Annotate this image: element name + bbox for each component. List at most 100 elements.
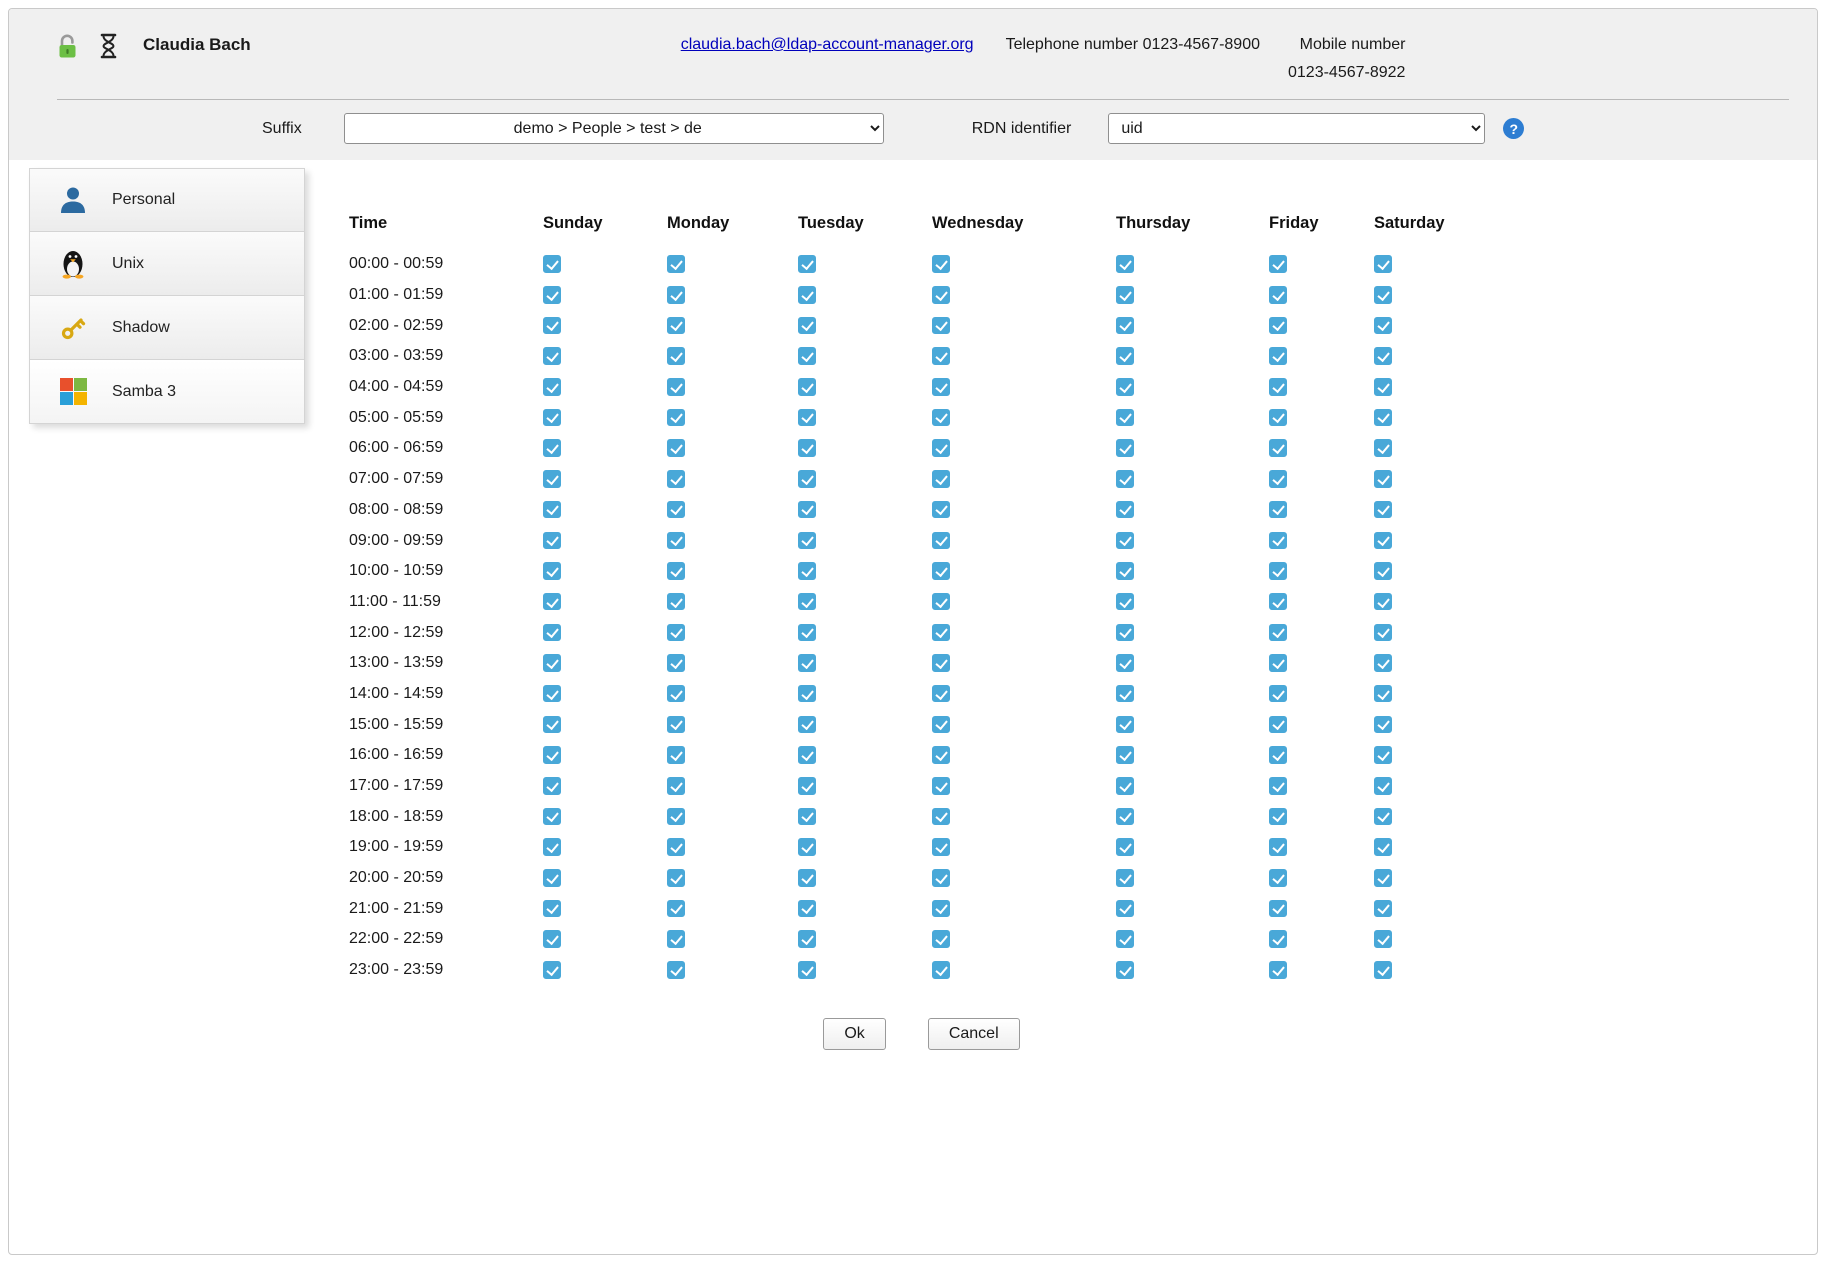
checkbox-saturday-01:00[interactable] [1374,286,1392,304]
checkbox-wednesday-17:00[interactable] [932,777,950,795]
checkbox-saturday-23:00[interactable] [1374,961,1392,979]
checkbox-thursday-12:00[interactable] [1116,624,1134,642]
checkbox-sunday-22:00[interactable] [543,930,561,948]
checkbox-tuesday-05:00[interactable] [798,409,816,427]
checkbox-saturday-04:00[interactable] [1374,378,1392,396]
checkbox-sunday-21:00[interactable] [543,900,561,918]
checkbox-tuesday-10:00[interactable] [798,562,816,580]
checkbox-wednesday-09:00[interactable] [932,532,950,550]
checkbox-sunday-20:00[interactable] [543,869,561,887]
checkbox-tuesday-04:00[interactable] [798,378,816,396]
checkbox-monday-17:00[interactable] [667,777,685,795]
checkbox-friday-19:00[interactable] [1269,838,1287,856]
checkbox-friday-12:00[interactable] [1269,624,1287,642]
checkbox-thursday-18:00[interactable] [1116,808,1134,826]
checkbox-saturday-14:00[interactable] [1374,685,1392,703]
checkbox-sunday-06:00[interactable] [543,439,561,457]
checkbox-thursday-05:00[interactable] [1116,409,1134,427]
checkbox-monday-11:00[interactable] [667,593,685,611]
checkbox-thursday-04:00[interactable] [1116,378,1134,396]
checkbox-saturday-10:00[interactable] [1374,562,1392,580]
checkbox-friday-06:00[interactable] [1269,439,1287,457]
checkbox-tuesday-12:00[interactable] [798,624,816,642]
checkbox-tuesday-17:00[interactable] [798,777,816,795]
sidebar-item-personal[interactable]: Personal [29,168,305,232]
checkbox-sunday-10:00[interactable] [543,562,561,580]
checkbox-tuesday-01:00[interactable] [798,286,816,304]
checkbox-monday-22:00[interactable] [667,930,685,948]
checkbox-saturday-06:00[interactable] [1374,439,1392,457]
checkbox-thursday-11:00[interactable] [1116,593,1134,611]
checkbox-wednesday-06:00[interactable] [932,439,950,457]
checkbox-tuesday-00:00[interactable] [798,255,816,273]
checkbox-saturday-02:00[interactable] [1374,317,1392,335]
checkbox-thursday-20:00[interactable] [1116,869,1134,887]
checkbox-wednesday-01:00[interactable] [932,286,950,304]
checkbox-sunday-09:00[interactable] [543,532,561,550]
checkbox-saturday-11:00[interactable] [1374,593,1392,611]
checkbox-saturday-13:00[interactable] [1374,654,1392,672]
checkbox-thursday-15:00[interactable] [1116,716,1134,734]
checkbox-sunday-02:00[interactable] [543,317,561,335]
checkbox-monday-14:00[interactable] [667,685,685,703]
checkbox-thursday-10:00[interactable] [1116,562,1134,580]
checkbox-monday-23:00[interactable] [667,961,685,979]
checkbox-monday-07:00[interactable] [667,470,685,488]
checkbox-friday-11:00[interactable] [1269,593,1287,611]
checkbox-saturday-18:00[interactable] [1374,808,1392,826]
checkbox-saturday-20:00[interactable] [1374,869,1392,887]
checkbox-sunday-03:00[interactable] [543,347,561,365]
checkbox-monday-04:00[interactable] [667,378,685,396]
help-icon[interactable]: ? [1503,118,1524,139]
checkbox-saturday-21:00[interactable] [1374,900,1392,918]
checkbox-friday-07:00[interactable] [1269,470,1287,488]
checkbox-monday-13:00[interactable] [667,654,685,672]
checkbox-saturday-12:00[interactable] [1374,624,1392,642]
checkbox-wednesday-18:00[interactable] [932,808,950,826]
checkbox-sunday-17:00[interactable] [543,777,561,795]
checkbox-sunday-05:00[interactable] [543,409,561,427]
checkbox-thursday-08:00[interactable] [1116,501,1134,519]
checkbox-sunday-15:00[interactable] [543,716,561,734]
checkbox-saturday-08:00[interactable] [1374,501,1392,519]
checkbox-sunday-00:00[interactable] [543,255,561,273]
checkbox-monday-00:00[interactable] [667,255,685,273]
checkbox-saturday-09:00[interactable] [1374,532,1392,550]
checkbox-tuesday-07:00[interactable] [798,470,816,488]
checkbox-tuesday-16:00[interactable] [798,746,816,764]
checkbox-saturday-03:00[interactable] [1374,347,1392,365]
checkbox-wednesday-13:00[interactable] [932,654,950,672]
checkbox-friday-03:00[interactable] [1269,347,1287,365]
checkbox-thursday-21:00[interactable] [1116,900,1134,918]
ok-button[interactable]: Ok [823,1018,885,1050]
suffix-select[interactable]: demo > People > test > de [344,113,884,144]
checkbox-tuesday-19:00[interactable] [798,838,816,856]
checkbox-sunday-14:00[interactable] [543,685,561,703]
checkbox-friday-20:00[interactable] [1269,869,1287,887]
checkbox-thursday-02:00[interactable] [1116,317,1134,335]
checkbox-monday-10:00[interactable] [667,562,685,580]
checkbox-sunday-18:00[interactable] [543,808,561,826]
checkbox-saturday-19:00[interactable] [1374,838,1392,856]
checkbox-tuesday-08:00[interactable] [798,501,816,519]
checkbox-sunday-13:00[interactable] [543,654,561,672]
checkbox-friday-00:00[interactable] [1269,255,1287,273]
checkbox-friday-13:00[interactable] [1269,654,1287,672]
checkbox-wednesday-03:00[interactable] [932,347,950,365]
checkbox-wednesday-16:00[interactable] [932,746,950,764]
checkbox-thursday-22:00[interactable] [1116,930,1134,948]
checkbox-thursday-03:00[interactable] [1116,347,1134,365]
sidebar-item-unix[interactable]: Unix [29,232,305,296]
checkbox-thursday-23:00[interactable] [1116,961,1134,979]
checkbox-wednesday-22:00[interactable] [932,930,950,948]
checkbox-thursday-01:00[interactable] [1116,286,1134,304]
rdn-identifier-select[interactable]: uid [1108,113,1485,144]
checkbox-monday-03:00[interactable] [667,347,685,365]
checkbox-thursday-06:00[interactable] [1116,439,1134,457]
checkbox-monday-08:00[interactable] [667,501,685,519]
checkbox-saturday-16:00[interactable] [1374,746,1392,764]
checkbox-tuesday-09:00[interactable] [798,532,816,550]
checkbox-monday-15:00[interactable] [667,716,685,734]
checkbox-sunday-01:00[interactable] [543,286,561,304]
checkbox-monday-12:00[interactable] [667,624,685,642]
